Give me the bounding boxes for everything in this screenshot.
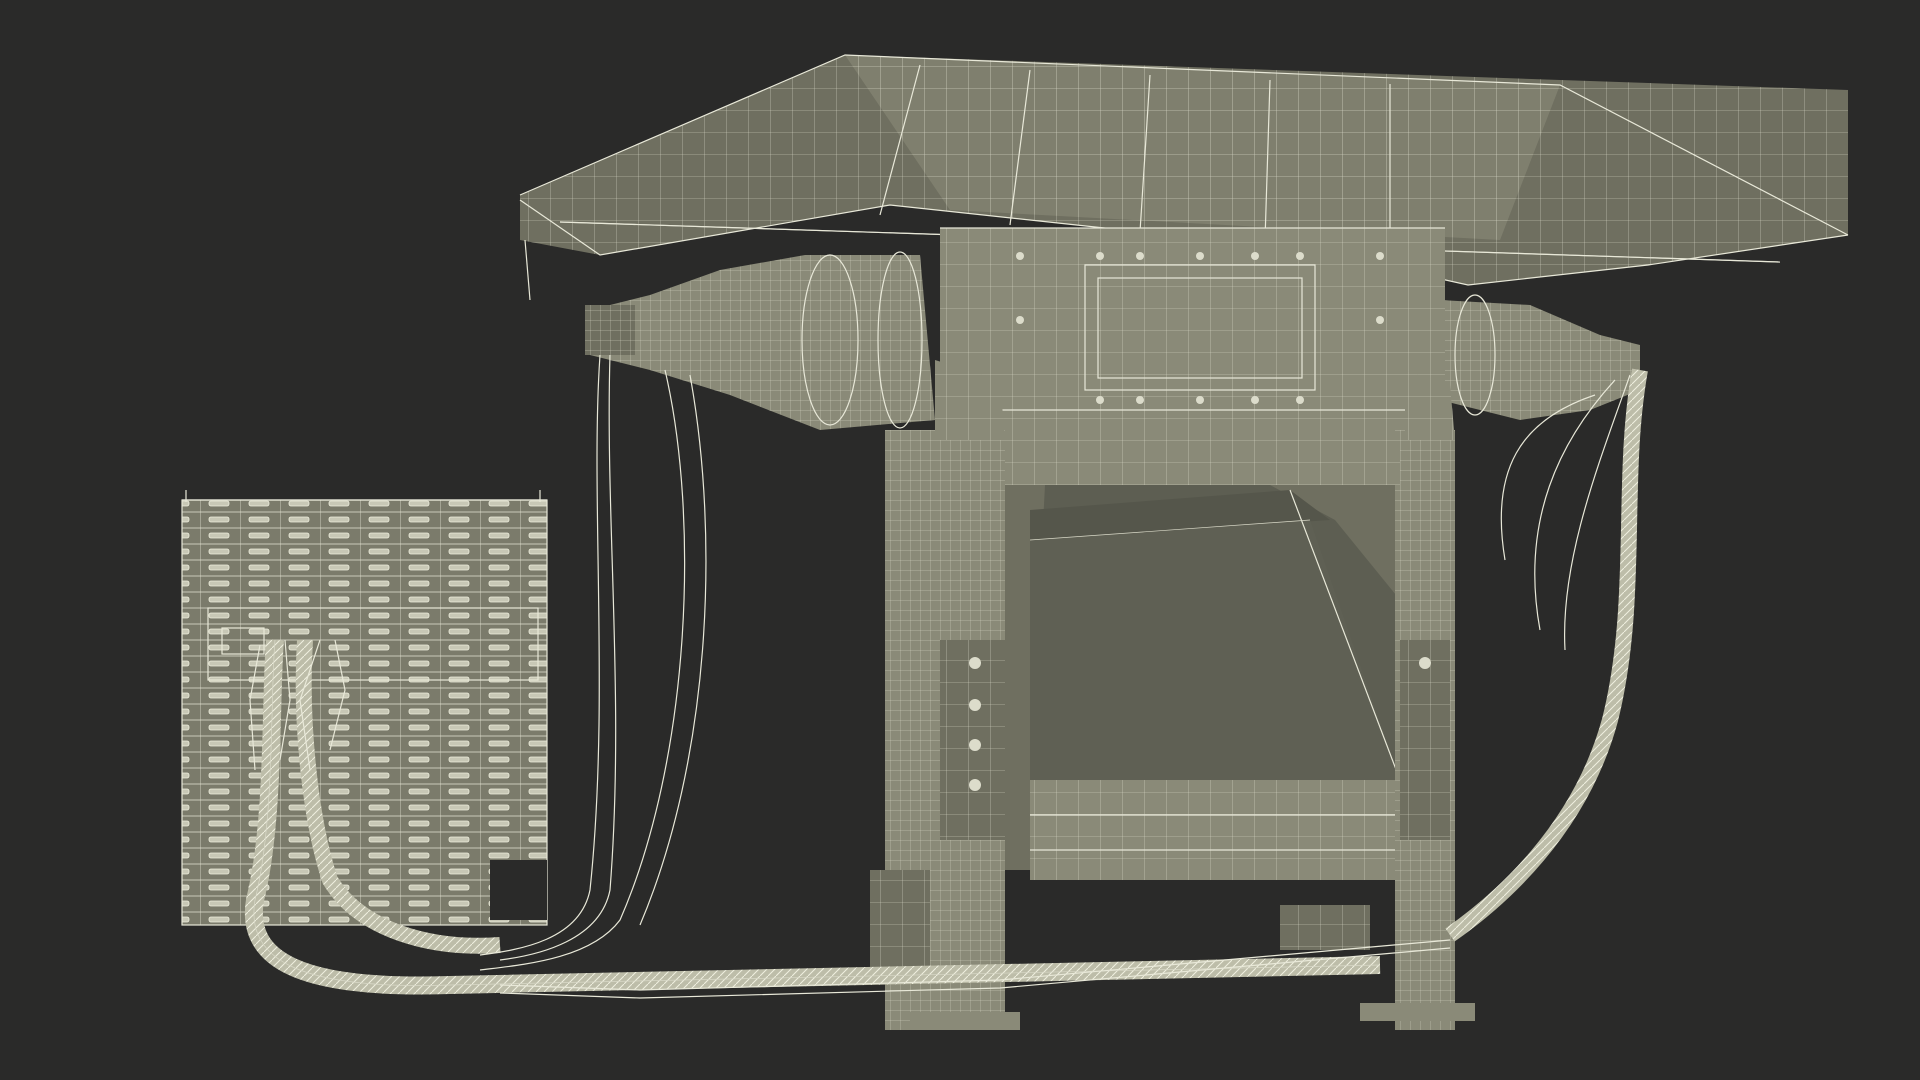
discharge-chute [1005, 485, 1401, 880]
left-rotor [585, 251, 935, 430]
render-viewport [0, 0, 1920, 1080]
wireframe-model [181, 54, 1849, 1030]
right-rotor [1440, 294, 1640, 420]
control-cabinet [181, 490, 548, 926]
